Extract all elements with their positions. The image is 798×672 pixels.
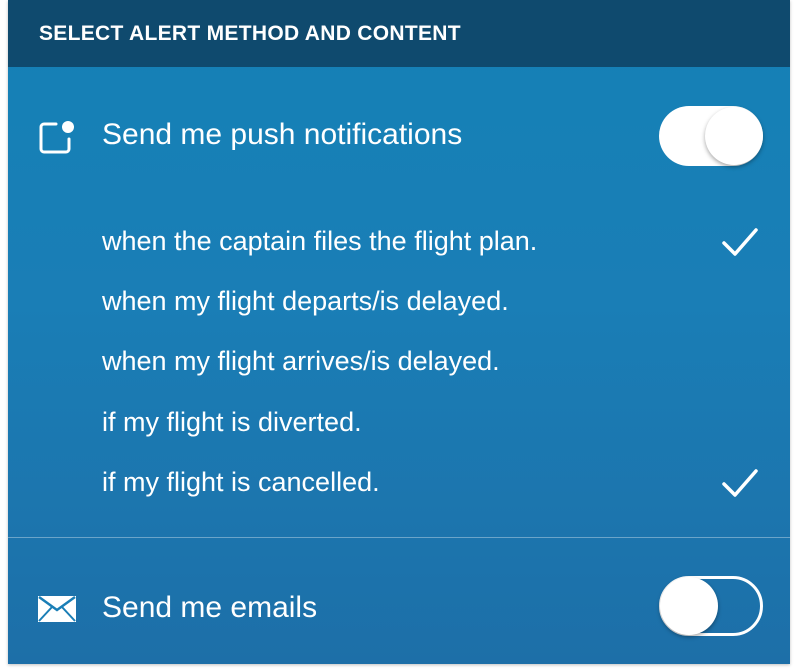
checkmark-icon bbox=[722, 469, 758, 497]
alert-option-label: when the captain files the flight plan. bbox=[102, 226, 538, 256]
push-notification-icon bbox=[38, 119, 76, 160]
toggle-knob bbox=[705, 107, 763, 165]
alert-option-label: when my flight departs/is delayed. bbox=[102, 286, 509, 316]
alert-option-diverted[interactable]: if my flight is diverted. bbox=[8, 393, 790, 453]
alert-option-flight-plan[interactable]: when the captain files the flight plan. bbox=[8, 212, 790, 272]
alert-option-label: when my flight arrives/is delayed. bbox=[102, 346, 500, 376]
alert-settings-card: SELECT ALERT METHOD AND CONTENT Send me … bbox=[8, 0, 790, 664]
email-row: Send me emails bbox=[8, 576, 790, 640]
push-notifications-toggle[interactable] bbox=[659, 106, 763, 166]
alert-option-cancelled[interactable]: if my flight is cancelled. bbox=[8, 453, 790, 513]
section-divider bbox=[8, 537, 790, 538]
toggle-knob bbox=[660, 577, 718, 635]
push-notifications-label: Send me push notifications bbox=[102, 118, 463, 151]
alert-option-label: if my flight is diverted. bbox=[102, 407, 362, 437]
envelope-icon bbox=[38, 595, 76, 627]
section-title: SELECT ALERT METHOD AND CONTENT bbox=[39, 22, 461, 45]
alert-option-departs[interactable]: when my flight departs/is delayed. bbox=[8, 272, 790, 332]
checkmark-icon bbox=[722, 228, 758, 256]
alert-option-arrives[interactable]: when my flight arrives/is delayed. bbox=[8, 332, 790, 392]
alert-option-label: if my flight is cancelled. bbox=[102, 467, 380, 497]
push-notifications-row: Send me push notifications bbox=[8, 104, 790, 168]
section-header: SELECT ALERT METHOD AND CONTENT bbox=[8, 0, 790, 67]
email-toggle[interactable] bbox=[659, 576, 763, 636]
email-label: Send me emails bbox=[102, 591, 318, 624]
